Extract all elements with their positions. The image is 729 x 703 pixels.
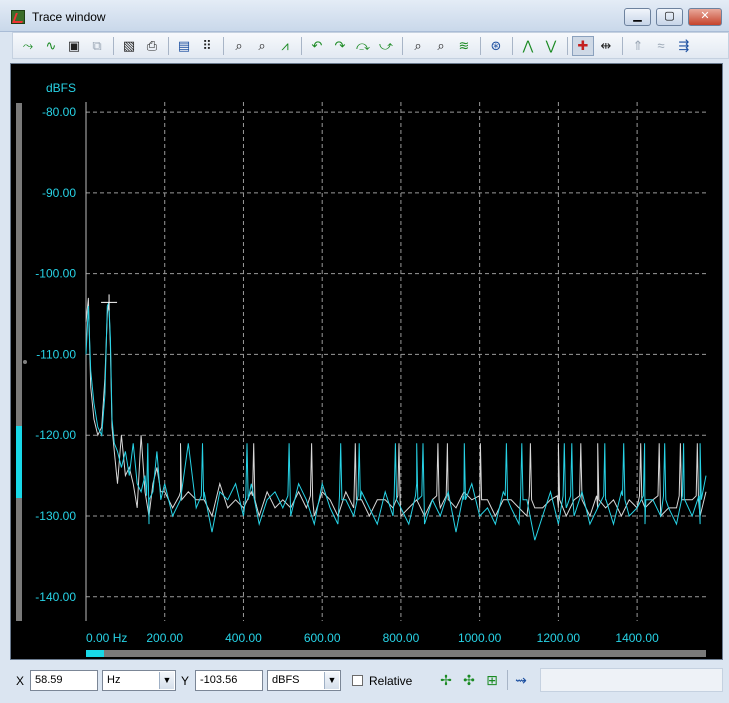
trace-chart: -80.00 -90.00 -100.00 -110.00 -120.00 -130.00…	[35, 81, 707, 645]
y-tick-label: -100.00	[35, 267, 76, 281]
y-tick-label: -130.00	[35, 509, 76, 523]
y-unit-value: dBFS	[272, 674, 300, 686]
x-tick-label: 400.00	[225, 631, 262, 645]
statusbar-panel	[540, 668, 723, 692]
y-tick-label: -110.00	[36, 347, 76, 361]
relative-checkbox[interactable]	[352, 675, 363, 686]
x-tick-label: 200.00	[146, 631, 183, 645]
cursor-add-icon[interactable]: ✢	[435, 670, 457, 690]
statusbar-separator	[507, 670, 508, 690]
x-tick-label: 1400.00	[615, 631, 659, 645]
x-tick-label: 800.00	[383, 631, 420, 645]
trace-line-cyan	[85, 302, 707, 541]
y-label: Y	[181, 674, 190, 688]
cursor-table-icon[interactable]: ⊞	[481, 670, 503, 690]
cursor-move-icon[interactable]: ✣	[458, 670, 480, 690]
y-unit-select[interactable]: dBFS ▼	[267, 670, 341, 691]
y-tick-label: -140.00	[35, 590, 76, 604]
x-tick-label: 0.00 Hz	[86, 631, 127, 645]
y-axis-unit: dBFS	[46, 81, 76, 95]
x-unit-select[interactable]: Hz ▼	[102, 670, 176, 691]
x-unit-value: Hz	[107, 674, 121, 686]
y-value-field[interactable]: -103.56	[195, 670, 263, 691]
x-tick-label: 1200.00	[537, 631, 581, 645]
y-tick-label: -120.00	[35, 428, 76, 442]
chevron-down-icon[interactable]: ▼	[324, 672, 339, 689]
cursor-measure-icon[interactable]: ⇝	[510, 670, 532, 690]
y-tick-label: -90.00	[42, 186, 76, 200]
chevron-down-icon[interactable]: ▼	[159, 672, 174, 689]
x-label: X	[16, 674, 25, 688]
y-tick-label: -80.00	[42, 105, 76, 119]
x-tick-label: 600.00	[304, 631, 341, 645]
x-tick-label: 1000.00	[458, 631, 502, 645]
relative-label: Relative	[369, 674, 413, 688]
x-value-field[interactable]: 58.59	[30, 670, 98, 691]
